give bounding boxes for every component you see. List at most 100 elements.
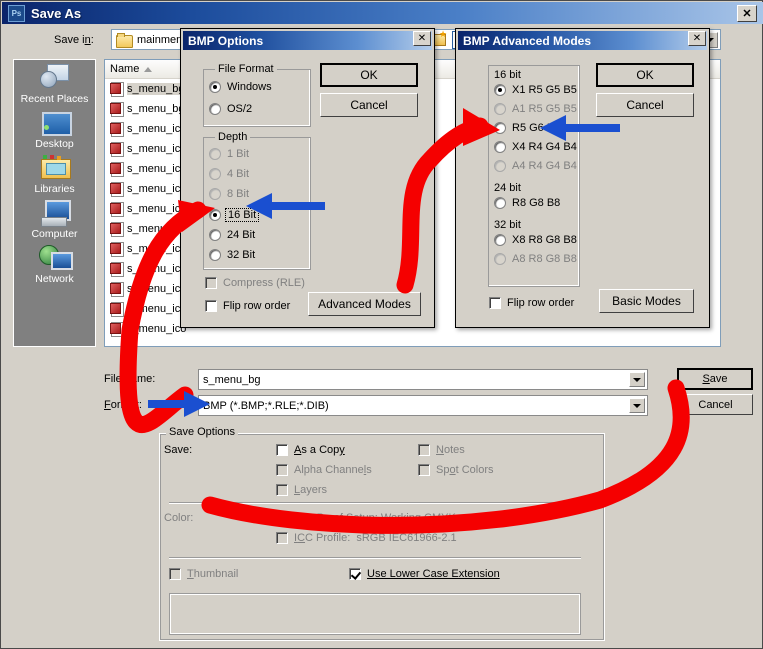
advanced-modes-button[interactable]: Advanced Modes [308,292,421,316]
radio-button[interactable] [494,141,506,153]
place-network[interactable]: Network [14,243,95,285]
radio-os2[interactable]: OS/2 [209,103,252,115]
save-options-legend: Save Options [166,426,239,438]
radio-windows[interactable]: Windows [209,81,272,93]
radio-button[interactable] [209,103,221,115]
place-desktop[interactable]: Desktop [14,108,95,150]
checkbox-box[interactable] [205,300,217,312]
image-file-icon [109,101,124,117]
image-file-icon [109,281,124,297]
radio-32-bit[interactable]: 32 Bit [209,249,255,261]
close-icon[interactable]: ✕ [688,31,706,46]
image-file-icon [109,141,124,157]
checkbox-label: Spot Colors [436,464,494,476]
file-name: s_menu_ico [127,163,187,175]
save-in-label-text: Save in: [54,34,94,46]
image-file-icon [109,181,124,197]
chevron-down-icon[interactable] [629,372,645,387]
place-computer[interactable]: Computer [14,198,95,240]
checkbox-box [418,444,430,456]
checkbox-box[interactable] [276,444,288,456]
radio-r5-g6-b5[interactable]: R5 G6 B5 [494,122,560,134]
file-name: s_menu_ico [127,143,187,155]
radio-16-bit[interactable]: 16 Bit [209,208,260,222]
radio-label: OS/2 [227,103,253,115]
file-format-group [203,69,311,127]
cancel-button[interactable]: Cancel [678,394,753,415]
radio-button[interactable] [209,209,221,221]
checkbox-box[interactable] [489,297,501,309]
libraries-icon [39,153,71,183]
checkbox-box [169,568,181,580]
image-file-icon [109,301,124,317]
close-icon[interactable]: ✕ [737,5,757,22]
ok-button[interactable]: OK [596,63,694,87]
radio-label: 16 Bit [225,208,260,222]
checkbox-box [276,484,288,496]
radio-label: R5 G6 B5 [512,122,561,134]
radio-24-bit[interactable]: 24 Bit [209,229,255,241]
format-select[interactable]: BMP (*.BMP;*.RLE;*.DIB) [198,395,648,416]
radio-label: 1 Bit [227,148,250,160]
checkbox-flip-row-order[interactable]: Flip row order [205,300,290,312]
format-value: BMP (*.BMP;*.RLE;*.DIB) [203,399,329,412]
dialog-title: BMP Advanced Modes [463,33,592,48]
cancel-button[interactable]: Cancel [596,93,694,117]
dialog-title: BMP Options [188,33,264,48]
close-icon[interactable]: ✕ [413,31,431,46]
radio-label: R8 G8 B8 [512,197,561,209]
file-name-input[interactable]: s_menu_bg [198,369,648,390]
checkbox-label: As a Copy [294,444,345,456]
checkbox-label: ICC Profile: sRGB IEC61966-2.1 [294,532,457,544]
checkbox-layers: Layers [276,484,327,496]
save-button[interactable]: Save [677,368,753,390]
radio-button[interactable] [209,229,221,241]
place-libraries[interactable]: Libraries [14,153,95,195]
checkbox-flip-row-order[interactable]: Flip row order [489,297,574,309]
color-row-label: Color: [164,512,194,524]
folder-icon [116,33,133,48]
radio-x8-r8-g8-b8[interactable]: X8 R8 G8 B8 [494,234,577,246]
desktop-icon [39,108,72,138]
checkbox-label: Compress (RLE) [223,277,305,289]
file-name: s_menu_ico [127,263,187,275]
radio-button[interactable] [494,84,506,96]
radio-button[interactable] [209,249,221,261]
radio-button[interactable] [494,234,506,246]
radio-x1-r5-g5-b5[interactable]: X1 R5 G5 B5 [494,84,577,96]
save-row-label: Save: [164,444,193,456]
checkbox-label: Layers [294,484,328,496]
radio-x4-r4-g4-b4[interactable]: X4 R4 G4 B4 [494,141,577,153]
checkbox-thumbnail: Thumbnail [169,568,238,580]
thumbnail-preview-box [169,593,581,635]
place-recent-places[interactable]: Recent Places [14,63,95,105]
radio-button [209,168,221,180]
save-in-label: Save in: [54,34,94,46]
checkbox-box [276,512,288,524]
format-label: Format: [104,399,142,411]
computer-icon [39,198,71,228]
radio-8-bit: 8 Bit [209,188,249,200]
radio-button[interactable] [494,197,506,209]
checkbox-use-lower-case-extension[interactable]: Use Lower Case Extension [349,568,500,580]
radio-a1-r5-g5-b5: A1 R5 G5 B5 [494,103,577,115]
radio-button[interactable] [209,81,221,93]
group-heading-32bit: 32 bit [494,219,521,231]
basic-modes-button[interactable]: Basic Modes [599,289,694,313]
radio-r8-g8-b8[interactable]: R8 G8 B8 [494,197,560,209]
bmp-advanced-modes-dialog: BMP Advanced Modes ✕ 16 bit X1 R5 G5 B5 … [455,28,710,328]
checkbox-label: Thumbnail [187,568,239,580]
radio-label: X1 R5 G5 B5 [512,84,577,96]
image-file-icon [109,161,124,177]
ok-button[interactable]: OK [320,63,418,87]
column-header-label: Name [110,63,140,75]
file-name: s_menu_ico [127,323,187,335]
radio-button[interactable] [494,122,506,134]
radio-label: A8 R8 G8 B8 [512,253,577,265]
radio-button [494,253,506,265]
cancel-button[interactable]: Cancel [320,93,418,117]
chevron-down-icon[interactable] [629,398,645,413]
radio-1-bit: 1 Bit [209,148,249,160]
checkbox-as-a-copy[interactable]: As a Copy [276,444,345,456]
checkbox-box[interactable] [349,568,361,580]
